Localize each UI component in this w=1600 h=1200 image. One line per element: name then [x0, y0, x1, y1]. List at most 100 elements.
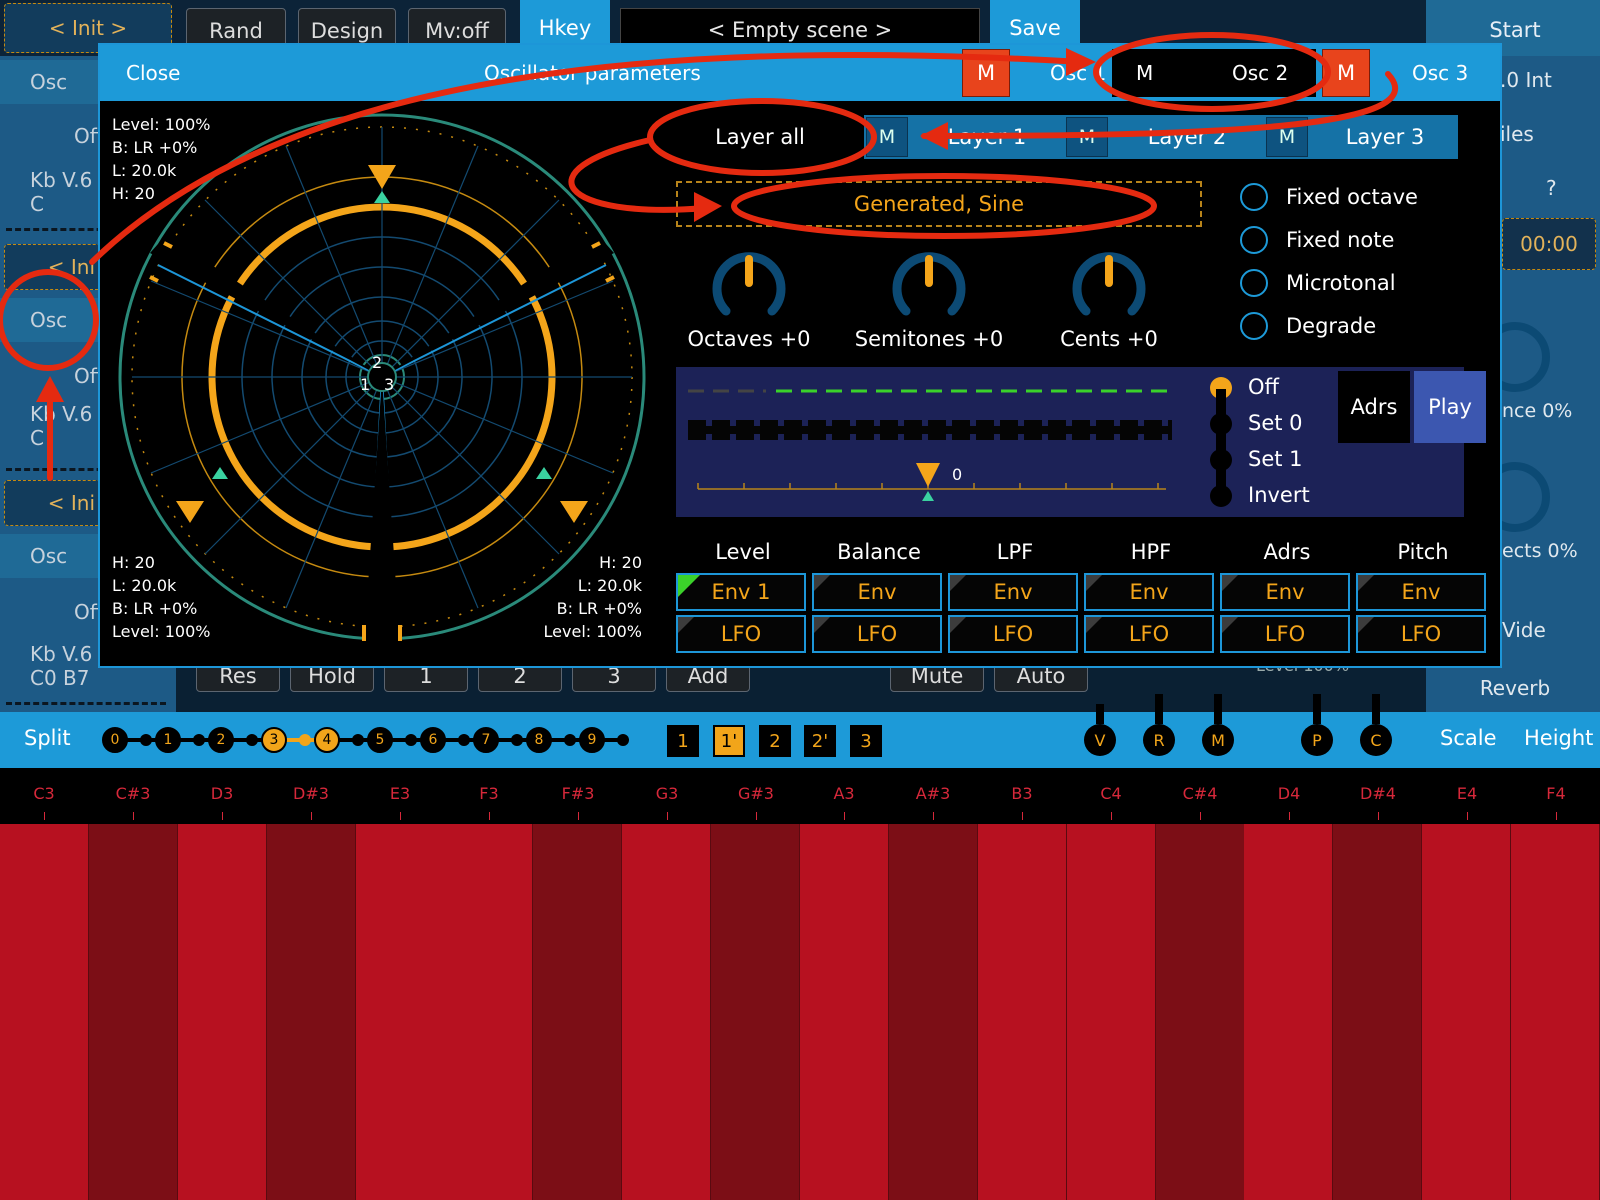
route-hpf-env[interactable]: Env: [1084, 573, 1214, 611]
sidebar-kb-1[interactable]: Kb V.6 C: [0, 168, 100, 216]
osc3-tab[interactable]: Osc 3: [1412, 45, 1468, 101]
trigger-invert-label[interactable]: Invert: [1248, 483, 1310, 507]
route-hpf-lfo[interactable]: LFO: [1084, 615, 1214, 653]
split-dot-1[interactable]: 1: [155, 727, 181, 753]
height-button[interactable]: Height: [1524, 726, 1593, 750]
layer-all-tab[interactable]: Layer all: [660, 115, 860, 159]
piano-key[interactable]: [800, 824, 889, 1200]
split-label[interactable]: Split: [24, 726, 71, 750]
split-substep[interactable]: [140, 734, 152, 746]
split-substep[interactable]: [511, 734, 523, 746]
layer2-mute-button[interactable]: M: [1066, 117, 1108, 157]
osc1-mute-button[interactable]: M: [962, 49, 1010, 97]
close-button[interactable]: Close: [126, 45, 180, 101]
route-balance-lfo[interactable]: LFO: [812, 615, 942, 653]
microtonal-radio[interactable]: [1240, 269, 1268, 297]
split-substep[interactable]: [617, 734, 629, 746]
fixed-note-radio[interactable]: [1240, 226, 1268, 254]
piano-key[interactable]: [178, 824, 267, 1200]
piano-key[interactable]: [1067, 824, 1156, 1200]
piano-key[interactable]: [622, 824, 711, 1200]
split-substep[interactable]: [458, 734, 470, 746]
split-dot-4[interactable]: 4: [314, 727, 340, 753]
split-substep[interactable]: [405, 734, 417, 746]
split-substep[interactable]: [299, 734, 311, 746]
piano-key[interactable]: [0, 824, 89, 1200]
osc3-mute-button[interactable]: M: [1322, 49, 1370, 97]
layer-3-tab[interactable]: Layer 3: [1312, 115, 1458, 159]
r-pin[interactable]: R: [1143, 724, 1175, 756]
sequencer-display[interactable]: [676, 367, 1186, 517]
piano-key[interactable]: [1244, 824, 1333, 1200]
cents-knob[interactable]: [1070, 249, 1148, 327]
play-button[interactable]: Play: [1414, 371, 1486, 443]
split-substep[interactable]: [352, 734, 364, 746]
sidebar-osc-3[interactable]: Osc: [0, 534, 100, 578]
sidebar-off-3[interactable]: Off: [0, 592, 104, 632]
piano-key[interactable]: [267, 824, 356, 1200]
velocity-pin[interactable]: V: [1084, 724, 1116, 756]
p-pin[interactable]: P: [1301, 724, 1333, 756]
layer1-mute-button[interactable]: M: [866, 117, 908, 157]
wide-label[interactable]: Vide: [1502, 618, 1546, 642]
adrs-button[interactable]: Adrs: [1338, 371, 1410, 443]
route-adrs-lfo[interactable]: LFO: [1220, 615, 1350, 653]
files-label[interactable]: iles: [1500, 122, 1534, 146]
route-balance-env[interactable]: Env: [812, 573, 942, 611]
split-dot-0[interactable]: 0: [102, 727, 128, 753]
piano-key[interactable]: [1422, 824, 1511, 1200]
piano-key[interactable]: [1333, 824, 1422, 1200]
sidebar-init-3[interactable]: < Ini: [4, 480, 104, 526]
zone-2prime-button[interactable]: 2': [804, 725, 836, 757]
split-dot-2[interactable]: 2: [208, 727, 234, 753]
semitones-knob[interactable]: [890, 249, 968, 327]
split-dot-6[interactable]: 6: [420, 727, 446, 753]
route-adrs-env[interactable]: Env: [1220, 573, 1350, 611]
split-substep[interactable]: [564, 734, 576, 746]
piano-key[interactable]: [356, 824, 445, 1200]
waveform-selector[interactable]: Generated, Sine: [676, 181, 1202, 227]
split-dot-8[interactable]: 8: [526, 727, 552, 753]
keyboard[interactable]: [0, 824, 1600, 1200]
scale-button[interactable]: Scale: [1440, 726, 1497, 750]
split-dot-9[interactable]: 9: [579, 727, 605, 753]
sidebar-osc-1[interactable]: Osc: [0, 60, 100, 104]
piano-key[interactable]: [889, 824, 978, 1200]
split-substep[interactable]: [193, 734, 205, 746]
help-button[interactable]: ?: [1546, 176, 1557, 200]
reverb-button[interactable]: Reverb: [1430, 668, 1600, 708]
route-pitch-env[interactable]: Env: [1356, 573, 1486, 611]
piano-key[interactable]: [1156, 824, 1245, 1200]
split-substep[interactable]: [246, 734, 258, 746]
trigger-set0-label[interactable]: Set 0: [1248, 411, 1303, 435]
osc1-tab[interactable]: Osc 1: [1050, 45, 1106, 101]
m-pin[interactable]: M: [1202, 724, 1234, 756]
osc2-tab[interactable]: Osc 2: [1232, 45, 1288, 101]
trigger-set1-label[interactable]: Set 1: [1248, 447, 1303, 471]
zone-1prime-button[interactable]: 1': [713, 725, 745, 757]
zone-3-button[interactable]: 3: [850, 725, 882, 757]
degrade-radio[interactable]: [1240, 312, 1268, 340]
route-pitch-lfo[interactable]: LFO: [1356, 615, 1486, 653]
layer-1-tab[interactable]: Layer 1: [912, 115, 1062, 159]
piano-key[interactable]: [533, 824, 622, 1200]
layer-2-tab[interactable]: Layer 2: [1112, 115, 1262, 159]
sidebar-kb-3[interactable]: Kb V.6 C0 B7: [0, 642, 100, 690]
piano-key[interactable]: [89, 824, 178, 1200]
sidebar-off-1[interactable]: Off: [0, 116, 104, 156]
fixed-octave-radio[interactable]: [1240, 183, 1268, 211]
piano-key[interactable]: [711, 824, 800, 1200]
split-dot-7[interactable]: 7: [473, 727, 499, 753]
sidebar-init-2[interactable]: < Ini: [4, 244, 104, 290]
route-lpf-lfo[interactable]: LFO: [948, 615, 1078, 653]
piano-key[interactable]: [444, 824, 533, 1200]
sidebar-kb-2[interactable]: Kb V.6 C: [0, 402, 100, 450]
osc2-mute-button[interactable]: M: [1136, 45, 1153, 101]
sidebar-off-2[interactable]: Off: [0, 356, 104, 396]
zone-1-button[interactable]: 1: [667, 725, 699, 757]
zone-2-button[interactable]: 2: [759, 725, 791, 757]
piano-key[interactable]: [1511, 824, 1600, 1200]
split-dot-3[interactable]: 3: [261, 727, 287, 753]
sidebar-osc-2[interactable]: Osc: [0, 298, 100, 342]
route-level-lfo[interactable]: LFO: [676, 615, 806, 653]
